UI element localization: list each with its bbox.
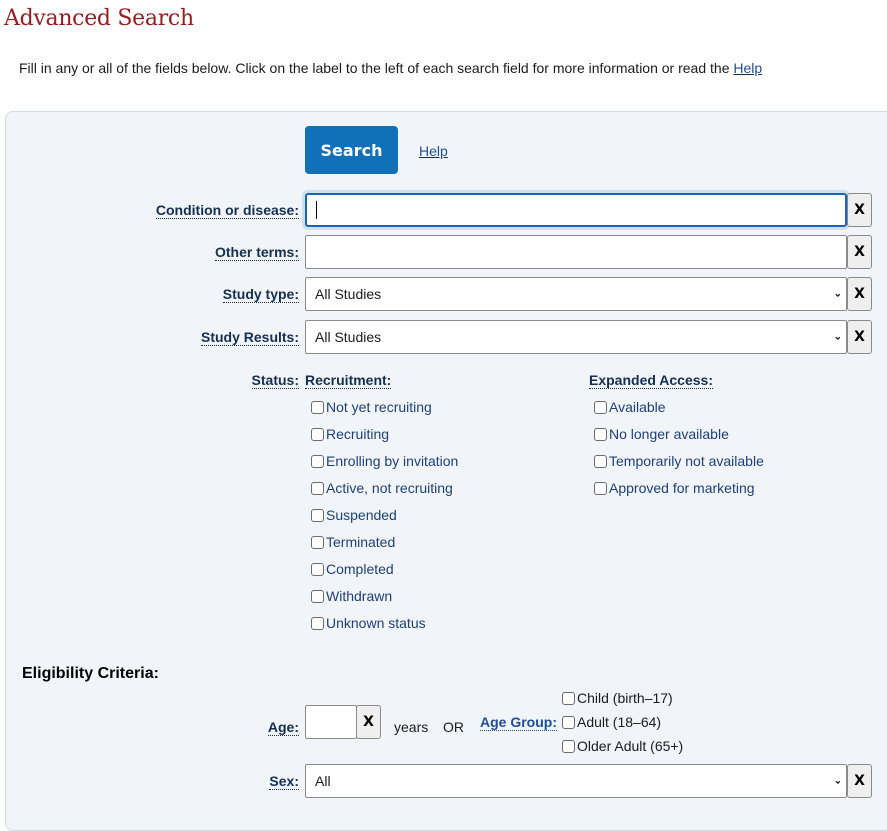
intro-help-link[interactable]: Help — [733, 60, 762, 76]
study-type-clear-button[interactable]: X — [847, 277, 872, 311]
expanded-access-option[interactable]: Approved for marketing — [594, 480, 755, 496]
checkbox[interactable] — [562, 715, 575, 729]
option-label: Child (birth–17) — [577, 690, 673, 706]
chevron-down-icon: ⌄ — [833, 775, 842, 787]
age-units: years — [394, 719, 429, 735]
checkbox[interactable] — [311, 454, 324, 468]
age-clear-button[interactable]: X — [356, 705, 381, 739]
intro-text: Fill in any or all of the fields below. … — [19, 60, 762, 76]
study-type-selected: All Studies — [315, 286, 382, 302]
age-input[interactable] — [305, 705, 357, 739]
expanded-access-option[interactable]: Temporarily not available — [594, 453, 764, 469]
study-results-select[interactable]: All Studies ⌄ — [305, 320, 847, 354]
chevron-down-icon: ⌄ — [833, 331, 842, 343]
intro-text-body: Fill in any or all of the fields below. … — [19, 60, 734, 76]
recruitment-option[interactable]: Suspended — [311, 507, 397, 523]
recruitment-option[interactable]: Terminated — [311, 534, 395, 550]
or-text: OR — [443, 719, 464, 735]
checkbox[interactable] — [311, 616, 324, 630]
checkbox[interactable] — [594, 427, 607, 441]
checkbox[interactable] — [562, 691, 575, 705]
option-label: Withdrawn — [326, 588, 393, 604]
checkbox[interactable] — [311, 481, 324, 495]
study-results-selected: All Studies — [315, 329, 382, 345]
study-type-select[interactable]: All Studies ⌄ — [305, 277, 847, 311]
recruitment-option[interactable]: Enrolling by invitation — [311, 453, 458, 469]
option-label: Temporarily not available — [609, 453, 764, 469]
option-label: Older Adult (65+) — [577, 738, 684, 754]
other-terms-label[interactable]: Other terms: — [214, 244, 299, 261]
condition-input[interactable] — [305, 193, 847, 227]
option-label: Available — [609, 399, 666, 415]
age-group-label[interactable]: Age Group: — [480, 714, 557, 731]
checkbox[interactable] — [311, 535, 324, 549]
sex-selected: All — [315, 773, 331, 789]
recruitment-option[interactable]: Withdrawn — [311, 588, 392, 604]
checkbox[interactable] — [311, 508, 324, 522]
recruitment-option[interactable]: Active, not recruiting — [311, 480, 453, 496]
expanded-access-label[interactable]: Expanded Access: — [589, 372, 713, 389]
age-group-option[interactable]: Child (birth–17) — [562, 690, 673, 706]
checkbox[interactable] — [594, 454, 607, 468]
recruitment-option[interactable]: Completed — [311, 561, 394, 577]
recruitment-option[interactable]: Unknown status — [311, 615, 426, 631]
status-label[interactable]: Status: — [251, 372, 299, 389]
condition-clear-button[interactable]: X — [847, 193, 872, 227]
age-label[interactable]: Age: — [267, 719, 299, 736]
study-results-label[interactable]: Study Results: — [200, 329, 299, 346]
other-terms-clear-button[interactable]: X — [847, 235, 872, 269]
sex-clear-button[interactable]: X — [847, 764, 872, 798]
recruitment-label[interactable]: Recruitment: — [305, 372, 392, 389]
sex-select[interactable]: All ⌄ — [305, 764, 847, 798]
option-label: Recruiting — [326, 426, 390, 442]
search-button[interactable]: Search — [305, 126, 398, 174]
option-label: Approved for marketing — [609, 480, 755, 496]
option-label: Terminated — [326, 534, 396, 550]
recruitment-option[interactable]: Recruiting — [311, 426, 389, 442]
expanded-access-option[interactable]: No longer available — [594, 426, 729, 442]
checkbox[interactable] — [311, 562, 324, 576]
age-group-option[interactable]: Adult (18–64) — [562, 714, 661, 730]
age-group-option[interactable]: Older Adult (65+) — [562, 738, 683, 754]
checkbox[interactable] — [311, 400, 324, 414]
other-terms-input[interactable] — [305, 235, 847, 269]
option-label: Suspended — [326, 507, 397, 523]
page-title: Advanced Search — [4, 6, 194, 31]
text-caret — [316, 201, 317, 219]
condition-label[interactable]: Condition or disease: — [155, 202, 299, 219]
checkbox[interactable] — [311, 427, 324, 441]
sex-label[interactable]: Sex: — [269, 773, 299, 790]
option-label: Adult (18–64) — [577, 714, 662, 730]
checkbox[interactable] — [594, 400, 607, 414]
checkbox[interactable] — [311, 589, 324, 603]
checkbox[interactable] — [562, 739, 575, 753]
option-label: Active, not recruiting — [326, 480, 453, 496]
chevron-down-icon: ⌄ — [833, 288, 842, 300]
recruitment-option[interactable]: Not yet recruiting — [311, 399, 432, 415]
study-results-clear-button[interactable]: X — [847, 320, 872, 354]
option-label: Not yet recruiting — [326, 399, 432, 415]
expanded-access-option[interactable]: Available — [594, 399, 666, 415]
option-label: No longer available — [609, 426, 729, 442]
study-type-label[interactable]: Study type: — [222, 286, 299, 303]
option-label: Completed — [326, 561, 394, 577]
eligibility-heading: Eligibility Criteria: — [22, 665, 159, 682]
option-label: Unknown status — [326, 615, 426, 631]
checkbox[interactable] — [594, 481, 607, 495]
help-link[interactable]: Help — [419, 143, 448, 159]
option-label: Enrolling by invitation — [326, 453, 459, 469]
